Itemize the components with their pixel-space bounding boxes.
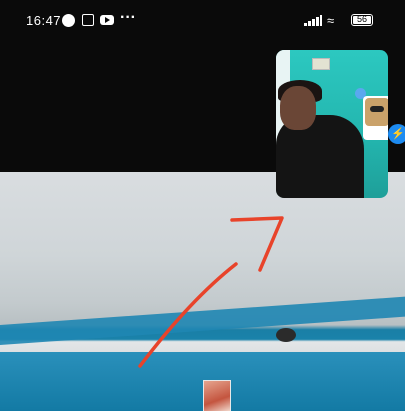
annotation-arrow: [138, 216, 284, 368]
video-call-screen: 16:47 ··· ≈ 56 ⚡: [0, 0, 405, 411]
annotation-arrow-head: [230, 216, 284, 272]
annotation-arrow-shaft: [138, 262, 238, 368]
battery-level: 56: [356, 14, 367, 24]
